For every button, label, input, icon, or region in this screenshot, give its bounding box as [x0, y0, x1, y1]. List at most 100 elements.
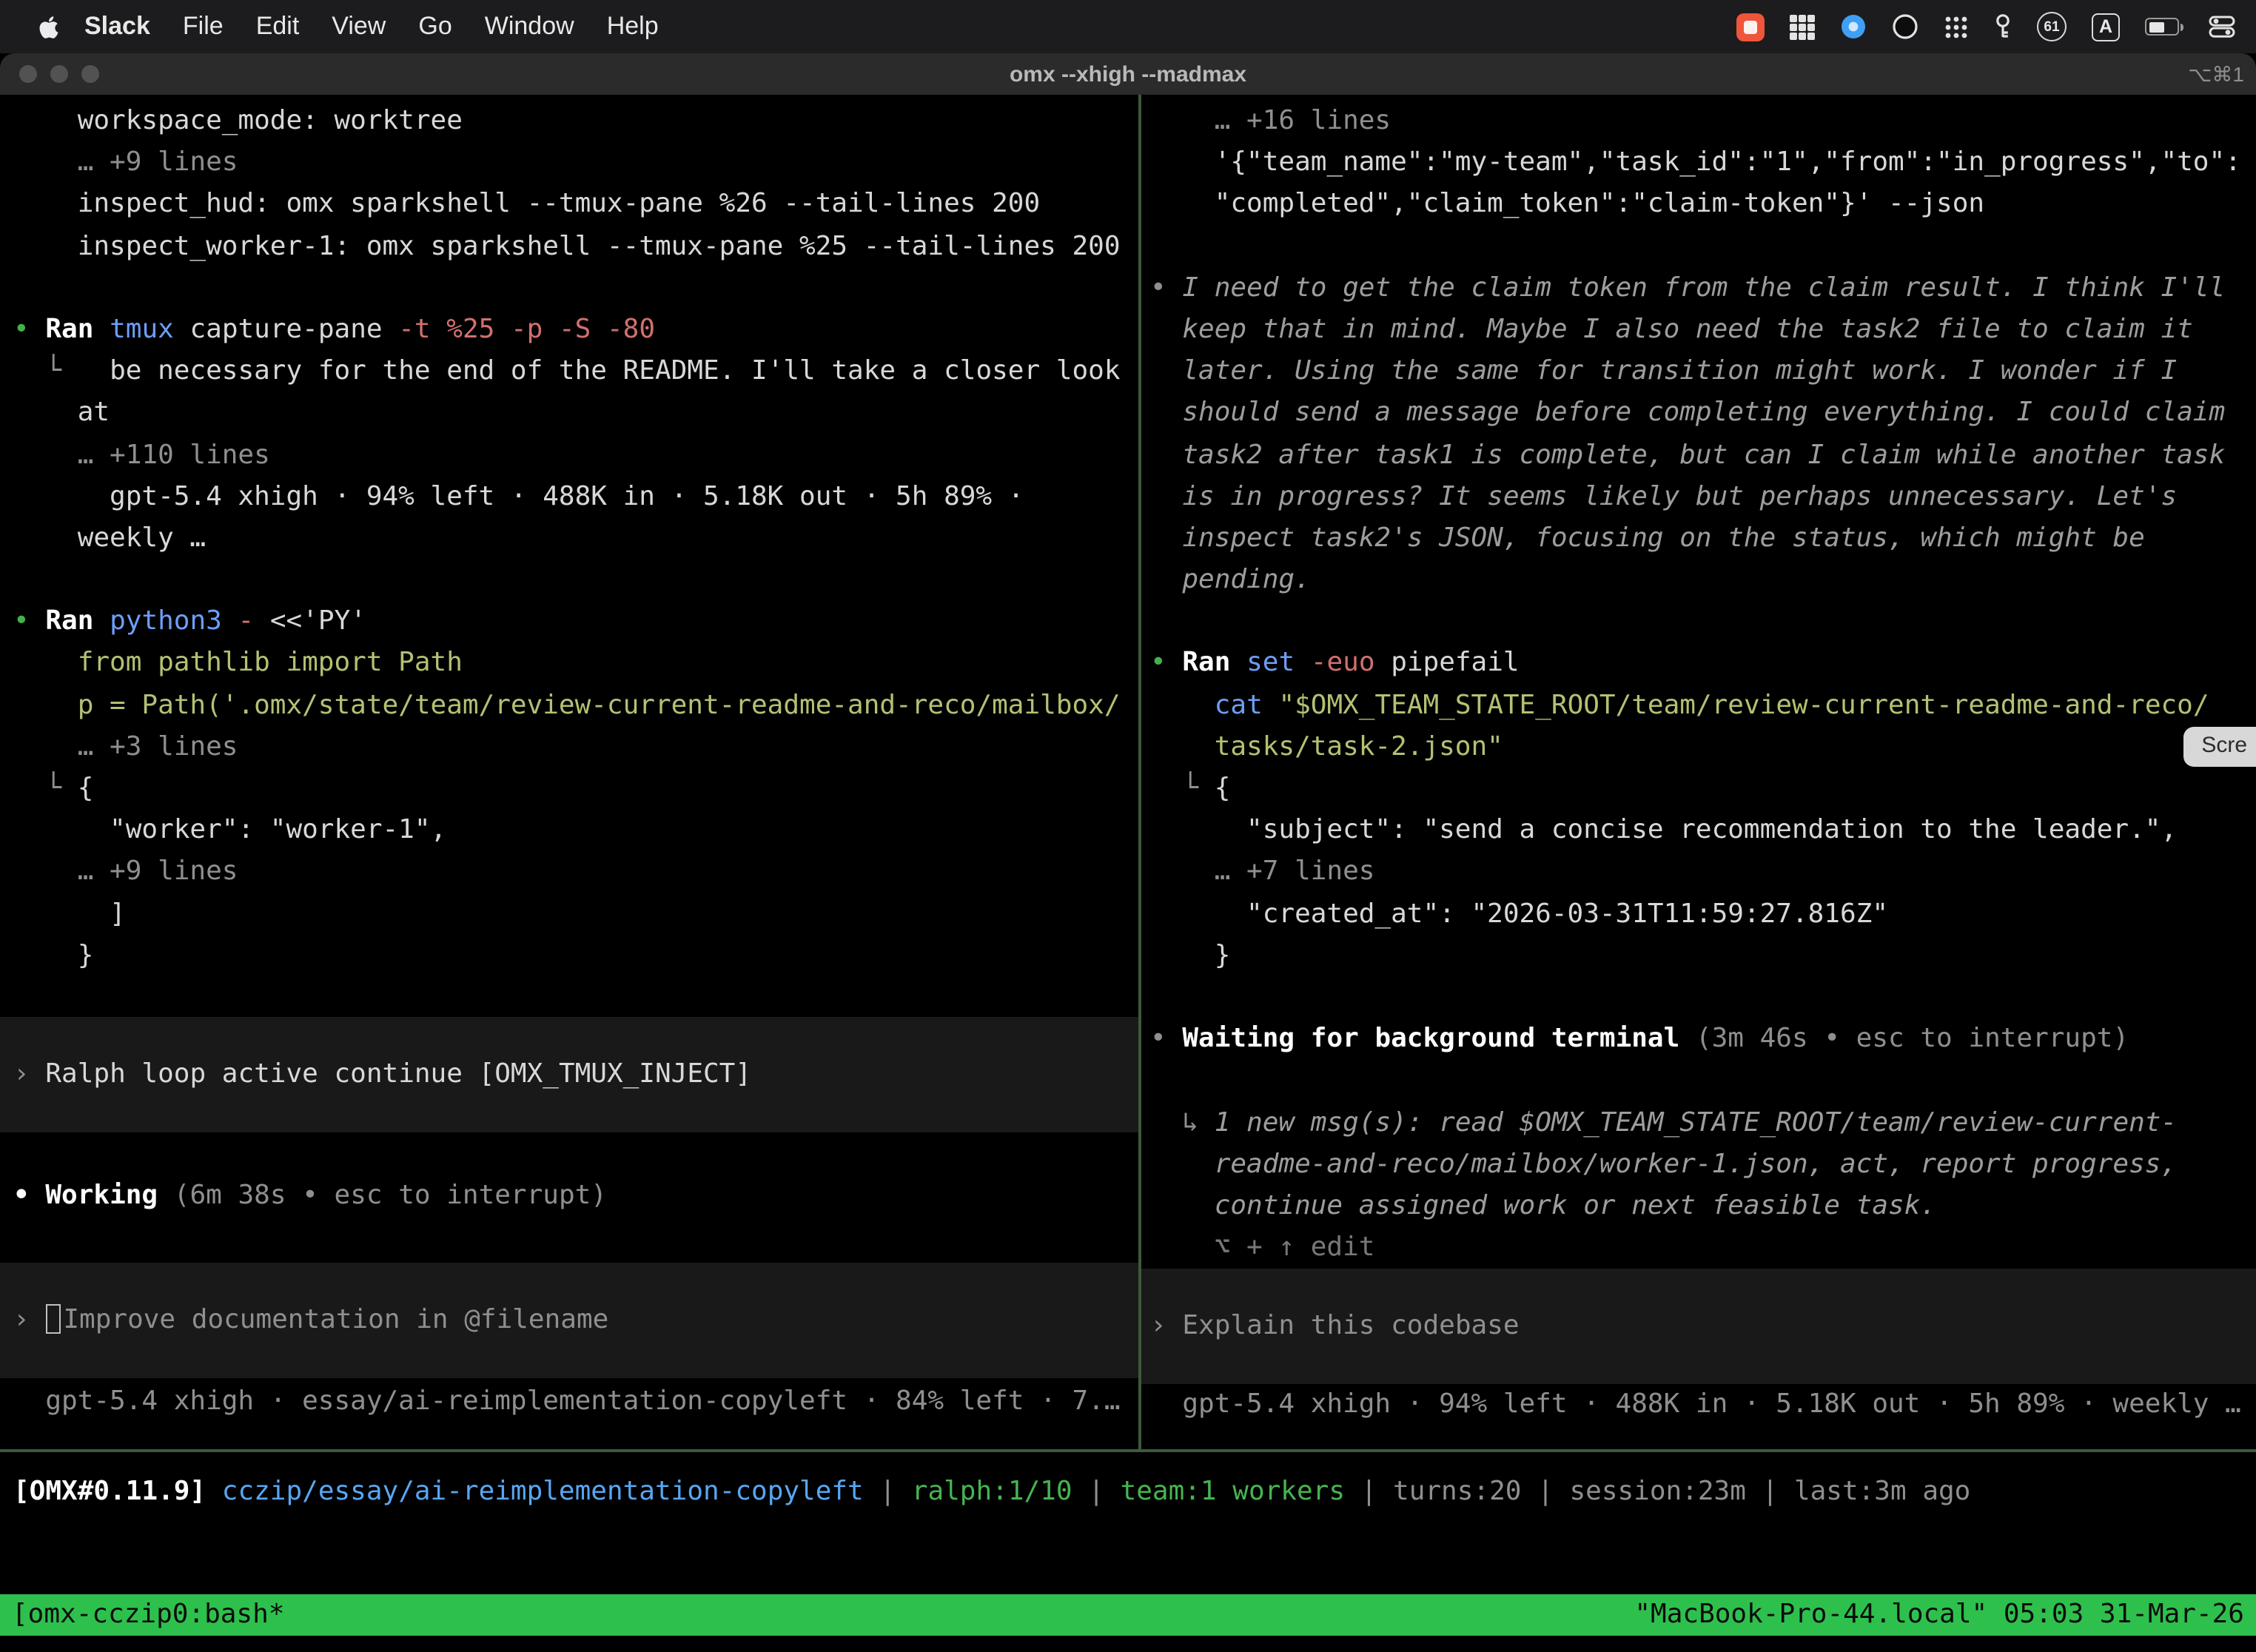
text-segment: gpt-5.4 xhigh · 94% left · 488K in · 5.1… [13, 480, 1024, 511]
text-segment: cat [1215, 689, 1279, 720]
dots-grid-app-icon[interactable] [1944, 14, 1969, 39]
terminal-line: from pathlib import Path [13, 643, 1138, 685]
menu-item-go[interactable]: Go [402, 12, 468, 41]
text-segment: Ralph loop active continue [OMX_TMUX_INJ… [45, 1058, 751, 1089]
text-segment: | [1746, 1476, 1794, 1507]
terminal-line: inspect task2's JSON, focusing on the st… [1150, 518, 2256, 560]
text-segment: inspect task2's JSON, focusing on the st… [1150, 523, 2145, 554]
apple-menu-icon[interactable] [38, 14, 59, 39]
terminal-line [1150, 1061, 2256, 1102]
text-segment: continue assigned work or next feasible … [1150, 1190, 1936, 1221]
blue-app-icon[interactable] [1840, 13, 1867, 40]
text-segment: ⌥ + ↑ edit [1150, 1232, 1374, 1263]
menu-item-help[interactable]: Help [591, 12, 675, 41]
text-segment: last:3m ago [1794, 1476, 1970, 1507]
menu-app-name[interactable]: Slack [68, 12, 167, 41]
text-segment: p = Path('.omx/state/team/review-current… [13, 689, 1121, 720]
terminal-line: ⌥ + ↑ edit [1150, 1227, 2256, 1269]
terminal-line: … +3 lines [13, 727, 1138, 768]
text-segment: … +9 lines [13, 856, 238, 887]
terminal-line: … +7 lines [1150, 852, 2256, 893]
text-segment: | [1521, 1476, 1569, 1507]
menu-item-edit[interactable]: Edit [240, 12, 316, 41]
terminal-line: "completed","claim_token":"claim-token"}… [1150, 184, 2256, 226]
text-segment: [OMX#0.11.9] [13, 1476, 206, 1507]
model-status-right: gpt-5.4 xhigh · 94% left · 488K in · 5.1… [1150, 1385, 2256, 1426]
terminal-line: inspect_hud: omx sparkshell --tmux-pane … [13, 184, 1138, 226]
grid-app-icon[interactable] [1790, 14, 1815, 39]
terminal-line: └ { [13, 768, 1138, 810]
terminal-line: weekly … [13, 518, 1138, 560]
menu-item-view[interactable]: View [315, 12, 402, 41]
text-segment: } [13, 940, 93, 971]
prompt-input-left[interactable]: › Improve documentation in @filename [0, 1263, 1138, 1378]
menu-bar: Slack File Edit View Go Window Help 61 [0, 0, 2256, 53]
text-segment: { [78, 773, 94, 804]
text-segment: • [13, 606, 45, 637]
close-button[interactable] [19, 65, 37, 83]
terminal-line [1150, 977, 2256, 1018]
text-segment: (6m 38s • esc to interrupt) [174, 1180, 607, 1211]
menu-item-window[interactable]: Window [469, 12, 591, 41]
terminal-line [1150, 226, 2256, 267]
text-segment: 1 new msg(s): read $OMX_TEAM_STATE_ROOT/… [1215, 1107, 2177, 1138]
terminal-pane-left[interactable]: workspace_mode: worktree … +9 lines insp… [0, 95, 1138, 1449]
terminal-line: later. Using the same for transition mig… [1150, 351, 2256, 392]
text-segment: "completed","claim_token":"claim-token"}… [1150, 189, 1984, 220]
terminal-pane-right[interactable]: … +16 lines '{"team_name":"my-team","tas… [1141, 95, 2256, 1449]
text-segment: • [1150, 1023, 1182, 1054]
text-segment: - [238, 606, 270, 637]
window-shortcut-hint: ⌥⌘1 [2188, 61, 2244, 87]
zoom-button[interactable] [81, 65, 99, 83]
input-source-icon[interactable]: A [2092, 13, 2120, 41]
terminal-line: "created_at": "2026-03-31T11:59:27.816Z" [1150, 893, 2256, 935]
text-segment: Improve documentation in @filename [63, 1304, 608, 1335]
text-segment: capture-pane [189, 314, 398, 345]
terminal-line: cat "$OMX_TEAM_STATE_ROOT/team/review-cu… [1150, 685, 2256, 726]
text-segment: } [1150, 940, 1230, 971]
text-segment: workspace_mode: worktree [13, 105, 463, 136]
text-segment: python3 [110, 606, 238, 637]
text-segment: … +16 lines [1150, 105, 1391, 136]
terminal-line: inspect_worker-1: omx sparkshell --tmux-… [13, 226, 1138, 267]
tmux-status-bar: [omx-cczip0:bash* "MacBook-Pro-44.local"… [0, 1594, 2256, 1636]
text-segment: from pathlib import Path [13, 648, 463, 679]
text-segment: … +110 lines [13, 439, 270, 470]
dark-circle-app-icon[interactable] [1892, 13, 1918, 40]
terminal-line: readme-and-reco/mailbox/worker-1.json, a… [1150, 1144, 2256, 1185]
terminal-line: workspace_mode: worktree [13, 101, 1138, 142]
text-segment: └ [13, 355, 110, 386]
terminal-line: "subject": "send a concise recommendatio… [1150, 810, 2256, 851]
terminal-line: keep that in mind. Maybe I also need the… [1150, 309, 2256, 351]
screen-edge-toast[interactable]: Scre [2183, 727, 2256, 767]
terminal-line: └ { [1150, 768, 2256, 810]
text-segment: • [13, 314, 45, 345]
control-center-icon[interactable] [2209, 13, 2235, 40]
prompt-input-right[interactable]: › Explain this codebase [1141, 1269, 2256, 1385]
text-segment: tmux [110, 314, 189, 345]
thinking-text: • I need to get the claim token from the… [1150, 268, 2256, 309]
text-segment: … +3 lines [13, 731, 238, 762]
window-title-bar[interactable]: omx --xhigh --madmax ⌥⌘1 [0, 53, 2256, 95]
spacer [13, 1132, 1138, 1175]
terminal-line: pending. [1150, 560, 2256, 601]
omx-status-line: [OMX#0.11.9] cczip/essay/ai-reimplementa… [0, 1452, 2256, 1594]
ran-tmux-capture-line: • Ran tmux capture-pane -t %25 -p -S -80 [13, 309, 1138, 351]
terminal-line: tasks/task-2.json" [1150, 727, 2256, 768]
battery-icon[interactable] [2145, 18, 2183, 36]
terminal-line: gpt-5.4 xhigh · 94% left · 488K in · 5.1… [13, 476, 1138, 517]
text-segment: Waiting for background terminal [1182, 1023, 1696, 1054]
text-segment [1150, 689, 1215, 720]
text-segment: › [13, 1058, 45, 1089]
minimize-button[interactable] [50, 65, 68, 83]
working-status: • Working (6m 38s • esc to interrupt) [13, 1175, 1138, 1217]
text-segment: inspect_hud: omx sparkshell --tmux-pane … [13, 189, 1040, 220]
battery-percentage-badge[interactable]: 61 [2037, 12, 2067, 41]
text-segment: later. Using the same for transition mig… [1150, 355, 2177, 386]
screen-recording-indicator-icon[interactable] [1736, 13, 1765, 41]
text-segment: "worker": "worker-1", [13, 814, 446, 845]
tmux-session-label: [omx-cczip0:bash* [12, 1594, 284, 1636]
menu-item-file[interactable]: File [167, 12, 240, 41]
key-app-icon[interactable] [1994, 13, 2012, 40]
text-segment: • [13, 1180, 45, 1211]
